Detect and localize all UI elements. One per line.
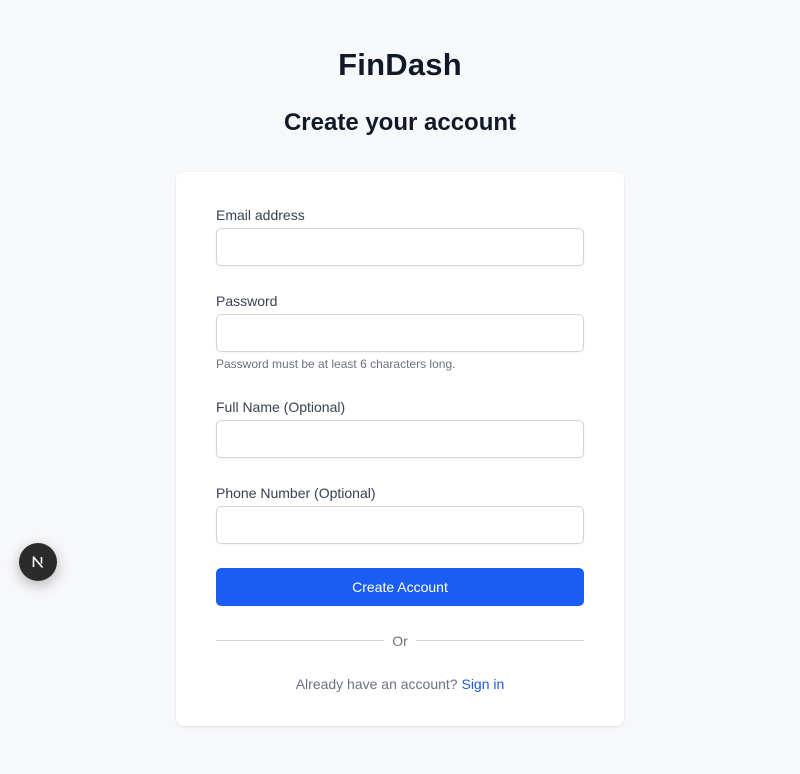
- nextjs-logo-icon: [29, 553, 47, 571]
- divider-text: Or: [392, 633, 408, 649]
- divider-line-left: [216, 640, 384, 641]
- password-hint: Password must be at least 6 characters l…: [216, 357, 456, 371]
- phone-field[interactable]: [216, 506, 584, 544]
- signin-row: Already have an account? Sign in: [176, 675, 624, 693]
- signin-prompt: Already have an account?: [295, 676, 458, 692]
- signup-card: Email address Password Password must be …: [176, 172, 624, 726]
- create-account-button[interactable]: Create Account: [216, 568, 584, 606]
- brand-title: FinDash: [338, 47, 462, 82]
- email-label: Email address: [216, 207, 305, 223]
- signin-link[interactable]: Sign in: [461, 676, 504, 692]
- page-heading: Create your account: [283, 109, 517, 136]
- divider-line-right: [416, 640, 584, 641]
- full-name-label: Full Name (Optional): [216, 399, 346, 415]
- password-field[interactable]: [216, 314, 584, 352]
- password-label: Password: [216, 293, 278, 309]
- phone-label: Phone Number (Optional): [216, 485, 376, 501]
- full-name-field[interactable]: [216, 420, 584, 458]
- email-field[interactable]: [216, 228, 584, 266]
- dev-tools-badge[interactable]: [19, 543, 57, 581]
